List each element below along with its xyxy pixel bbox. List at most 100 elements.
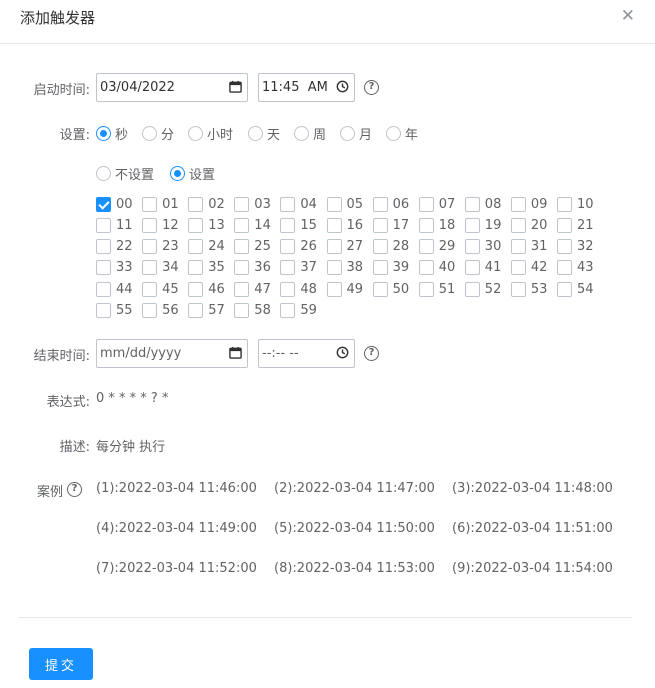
unit-radio-1[interactable]: 分 <box>142 123 174 143</box>
second-checkbox-59[interactable]: 59 <box>280 302 317 320</box>
unit-radio-4[interactable]: 周 <box>294 123 326 143</box>
second-checkbox-57[interactable]: 57 <box>188 302 225 320</box>
unit-radio-5[interactable]: 月 <box>340 123 372 143</box>
checkbox-label: 48 <box>300 281 317 297</box>
second-checkbox-40[interactable]: 40 <box>418 259 455 277</box>
second-checkbox-02[interactable]: 02 <box>188 195 225 213</box>
checkbox-box <box>188 303 204 318</box>
second-checkbox-46[interactable]: 46 <box>188 280 225 298</box>
submit-button[interactable]: 提交 <box>29 648 93 680</box>
second-checkbox-19[interactable]: 19 <box>464 216 501 234</box>
second-checkbox-08[interactable]: 08 <box>464 195 501 213</box>
calendar-icon[interactable] <box>229 80 242 93</box>
checkbox-box <box>372 281 388 297</box>
checkbox-label: 54 <box>577 281 594 297</box>
example-item: (9):2022-03-04 11:54:00 <box>452 561 613 576</box>
second-checkbox-16[interactable]: 16 <box>326 216 363 234</box>
second-checkbox-34[interactable]: 34 <box>142 259 179 277</box>
second-checkbox-42[interactable]: 42 <box>510 259 547 277</box>
second-checkbox-55[interactable]: 55 <box>96 302 133 320</box>
calendar-icon[interactable] <box>229 346 242 359</box>
start-date-input[interactable]: 03/04/2022 <box>96 73 248 102</box>
second-checkbox-29[interactable]: 29 <box>418 238 455 256</box>
checkbox-label: 06 <box>392 196 410 212</box>
unit-radio-0[interactable]: 秒 <box>96 123 128 143</box>
second-checkbox-03[interactable]: 03 <box>234 195 271 213</box>
checkbox-box <box>557 260 572 276</box>
second-checkbox-56[interactable]: 56 <box>142 302 179 320</box>
second-checkbox-47[interactable]: 47 <box>234 280 271 298</box>
second-checkbox-49[interactable]: 49 <box>326 280 363 298</box>
second-checkbox-18[interactable]: 18 <box>418 216 455 234</box>
second-checkbox-48[interactable]: 48 <box>280 280 317 298</box>
second-checkbox-53[interactable]: 53 <box>510 280 547 298</box>
second-checkbox-31[interactable]: 31 <box>510 238 547 256</box>
end-help-icon[interactable]: ? <box>364 346 379 361</box>
second-checkbox-45[interactable]: 45 <box>142 280 179 298</box>
mode-radio-1[interactable]: 设置 <box>170 163 215 183</box>
second-checkbox-58[interactable]: 58 <box>234 302 271 320</box>
second-checkbox-44[interactable]: 44 <box>96 280 133 298</box>
end-date-placeholder: mm/dd/yyyy <box>100 346 182 361</box>
checkbox-box <box>418 217 434 233</box>
checkbox-label: 59 <box>300 303 317 318</box>
second-checkbox-51[interactable]: 51 <box>418 280 455 298</box>
second-checkbox-11[interactable]: 11 <box>96 216 133 234</box>
second-checkbox-01[interactable]: 01 <box>142 195 179 213</box>
second-checkbox-20[interactable]: 20 <box>510 216 548 234</box>
second-checkbox-28[interactable]: 28 <box>372 238 409 256</box>
second-checkbox-17[interactable]: 17 <box>372 216 409 234</box>
second-checkbox-41[interactable]: 41 <box>464 259 501 277</box>
second-checkbox-09[interactable]: 09 <box>510 195 547 213</box>
second-checkbox-43[interactable]: 43 <box>557 259 594 277</box>
second-checkbox-52[interactable]: 52 <box>464 280 501 298</box>
second-checkbox-04[interactable]: 04 <box>280 195 317 213</box>
expression-value: 0 * * * * ? * <box>96 391 169 406</box>
end-time-input[interactable]: --:-- -- <box>258 339 355 368</box>
second-checkbox-54[interactable]: 54 <box>557 280 594 298</box>
second-checkbox-39[interactable]: 39 <box>372 259 409 277</box>
checkbox-box <box>142 239 158 255</box>
second-checkbox-07[interactable]: 07 <box>418 195 455 213</box>
clock-icon[interactable] <box>336 80 349 93</box>
second-checkbox-05[interactable]: 05 <box>326 195 363 213</box>
checkbox-box <box>418 260 434 276</box>
second-checkbox-21[interactable]: 21 <box>557 216 594 234</box>
second-checkbox-22[interactable]: 22 <box>96 238 133 256</box>
start-help-icon[interactable]: ? <box>364 80 379 95</box>
second-checkbox-30[interactable]: 30 <box>464 238 501 256</box>
examples-help-icon[interactable]: ? <box>67 482 82 497</box>
second-checkbox-06[interactable]: 06 <box>372 195 410 213</box>
clock-icon[interactable] <box>336 346 349 359</box>
start-time-input[interactable]: 11:45 AM <box>258 73 355 102</box>
checkbox-label: 13 <box>208 217 225 233</box>
second-checkbox-25[interactable]: 25 <box>234 238 271 256</box>
checkbox-box <box>372 239 388 255</box>
second-checkbox-32[interactable]: 32 <box>557 238 594 256</box>
second-checkbox-12[interactable]: 12 <box>142 216 179 234</box>
unit-radio-3[interactable]: 天 <box>248 123 280 143</box>
second-checkbox-27[interactable]: 27 <box>326 238 363 256</box>
second-checkbox-37[interactable]: 37 <box>280 259 317 277</box>
second-checkbox-13[interactable]: 13 <box>188 216 225 234</box>
unit-radio-2[interactable]: 小时 <box>188 123 233 143</box>
second-checkbox-00[interactable]: 00 <box>96 195 133 213</box>
second-checkbox-38[interactable]: 38 <box>326 259 363 277</box>
second-checkbox-35[interactable]: 35 <box>188 259 225 277</box>
second-checkbox-23[interactable]: 23 <box>142 238 179 256</box>
second-checkbox-15[interactable]: 15 <box>280 216 317 234</box>
unit-radio-6[interactable]: 年 <box>386 123 418 143</box>
second-checkbox-14[interactable]: 14 <box>234 216 271 234</box>
checkbox-box <box>142 260 158 276</box>
close-icon[interactable]: ✕ <box>621 8 635 25</box>
radio-label: 小时 <box>207 127 234 143</box>
second-checkbox-24[interactable]: 24 <box>188 238 225 256</box>
second-checkbox-36[interactable]: 36 <box>234 259 271 277</box>
mode-radio-0[interactable]: 不设置 <box>96 163 154 183</box>
second-checkbox-10[interactable]: 10 <box>557 195 594 213</box>
end-date-input[interactable]: mm/dd/yyyy <box>96 339 248 368</box>
second-checkbox-33[interactable]: 33 <box>96 259 133 277</box>
checkbox-label: 20 <box>530 217 548 233</box>
second-checkbox-26[interactable]: 26 <box>280 238 317 256</box>
second-checkbox-50[interactable]: 50 <box>372 280 409 298</box>
